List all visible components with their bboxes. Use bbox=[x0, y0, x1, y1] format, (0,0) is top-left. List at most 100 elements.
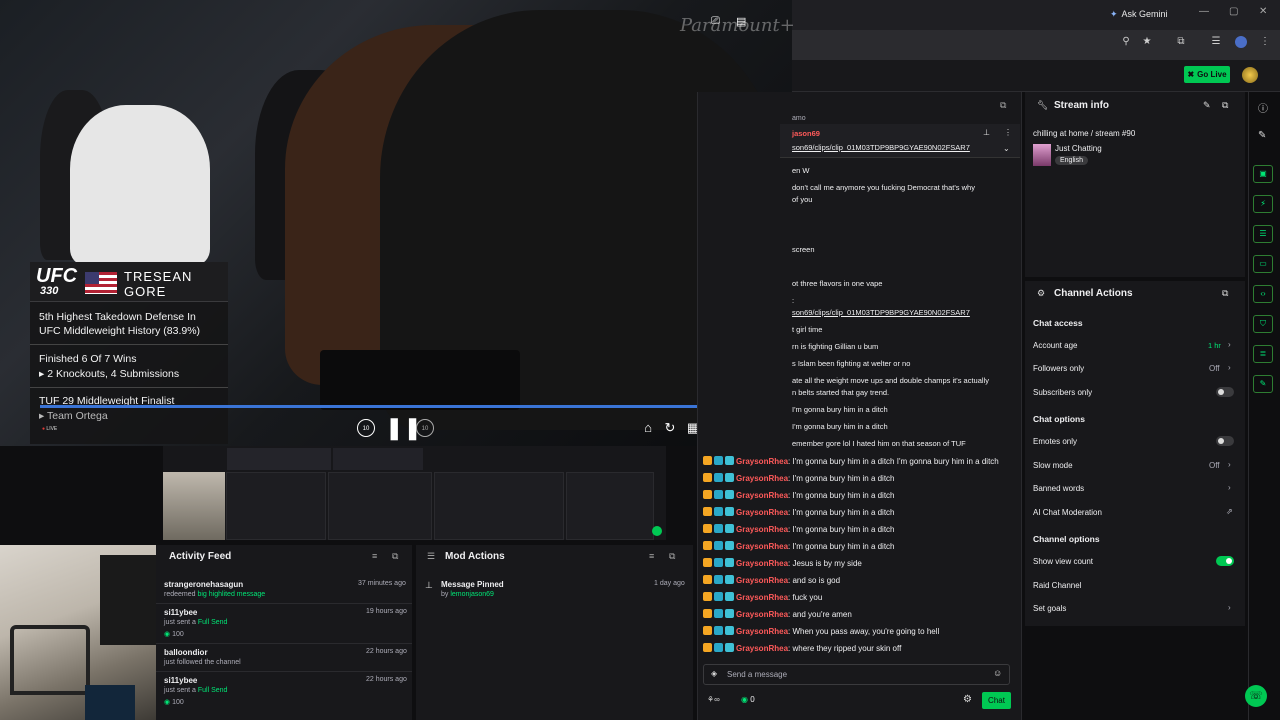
chat-username[interactable]: GraysonRhea bbox=[736, 508, 788, 517]
list-icon[interactable]: ☰ bbox=[1253, 225, 1273, 243]
banned-words-label[interactable]: Banned words bbox=[1033, 484, 1084, 493]
chat-message[interactable]: GraysonRhea: I'm gonna bury him in a dit… bbox=[703, 456, 999, 466]
chat-username[interactable]: GraysonRhea bbox=[736, 457, 788, 466]
tab-search-icon[interactable]: ☰ bbox=[1210, 36, 1222, 48]
chat-widget-icon[interactable]: ▭ bbox=[1253, 255, 1273, 273]
extensions-icon[interactable]: ⧉ bbox=[1175, 36, 1187, 48]
chat-username[interactable]: GraysonRhea bbox=[736, 644, 788, 653]
chat-message[interactable]: GraysonRhea: Jesus is by my side bbox=[703, 558, 862, 568]
profile-avatar-icon[interactable] bbox=[1235, 36, 1247, 48]
chat-username[interactable]: GraysonRhea bbox=[736, 593, 788, 602]
chat-username[interactable]: GraysonRhea bbox=[736, 542, 788, 551]
close-icon[interactable]: ✕ bbox=[1259, 6, 1267, 17]
wrench-icon[interactable]: ✎ bbox=[1253, 375, 1273, 393]
chevron-right-icon[interactable]: › bbox=[1228, 363, 1231, 372]
slow-mode-label[interactable]: Slow mode bbox=[1033, 461, 1073, 470]
popout-icon[interactable]: ⧉ bbox=[1222, 100, 1228, 111]
pinned-user[interactable]: jason69 bbox=[792, 129, 820, 138]
popout-icon[interactable]: ⧉ bbox=[669, 551, 675, 562]
chat-message[interactable]: GraysonRhea: I'm gonna bury him in a dit… bbox=[703, 490, 895, 500]
crown-badge-icon bbox=[703, 507, 712, 516]
skip-forward-button[interactable]: 10 bbox=[416, 419, 434, 437]
edit-icon[interactable]: ✎ bbox=[1258, 130, 1266, 141]
pinned-menu-icon[interactable]: ⋮ bbox=[1004, 128, 1012, 137]
mod-tools-icon[interactable]: ⚘∞ bbox=[707, 695, 720, 704]
captions-icon[interactable]: ▤ bbox=[736, 15, 746, 28]
chat-settings-icon[interactable]: ⚙ bbox=[963, 694, 972, 705]
chevron-right-icon[interactable]: › bbox=[1228, 340, 1231, 349]
cast-icon[interactable]: ⎚ bbox=[711, 15, 720, 28]
shield-icon[interactable]: ⛉ bbox=[1253, 315, 1273, 333]
chevron-down-icon[interactable]: ⌄ bbox=[1003, 144, 1010, 153]
skip-back-button[interactable]: 10 bbox=[357, 419, 375, 437]
set-goals-label[interactable]: Set goals bbox=[1033, 604, 1066, 613]
bookmark-star-icon[interactable]: ★ bbox=[1141, 36, 1153, 48]
channel-points[interactable]: ◉ 0 bbox=[741, 695, 755, 704]
chat-message[interactable]: GraysonRhea: fuck you bbox=[703, 592, 822, 602]
chat-username[interactable]: GraysonRhea bbox=[736, 525, 788, 534]
chat-badge-icon[interactable]: ◈ bbox=[711, 669, 717, 678]
subscribers-only-toggle[interactable] bbox=[1216, 387, 1234, 397]
ask-gemini-button[interactable]: ✦ Ask Gemini bbox=[1106, 6, 1172, 22]
restore-icon[interactable]: ▢ bbox=[1229, 6, 1238, 17]
minimize-icon[interactable]: — bbox=[1199, 6, 1209, 17]
pin-icon[interactable]: ⊥ bbox=[983, 128, 990, 137]
category-boxart[interactable] bbox=[1033, 144, 1051, 166]
chat-message[interactable]: GraysonRhea: I'm gonna bury him in a dit… bbox=[703, 473, 895, 483]
zoom-icon[interactable]: ⚲ bbox=[1120, 36, 1132, 48]
pinned-link[interactable]: son69/clips/clip_01M03TDP9BP9GYAE90N02FS… bbox=[792, 143, 970, 152]
chat-username[interactable]: GraysonRhea bbox=[736, 627, 788, 636]
chat-username[interactable]: GraysonRhea bbox=[736, 474, 788, 483]
playback-progress-bar[interactable] bbox=[40, 405, 752, 408]
followers-only-label[interactable]: Followers only bbox=[1033, 364, 1084, 373]
chat-message[interactable]: GraysonRhea: When you pass away, you're … bbox=[703, 626, 939, 636]
feed-item-name[interactable]: strangeronehasagun bbox=[164, 580, 243, 589]
mod-list-icon[interactable]: ≣ bbox=[1253, 345, 1273, 363]
feed-item-name[interactable]: balloondior bbox=[164, 648, 208, 657]
raid-channel-label[interactable]: Raid Channel bbox=[1033, 581, 1081, 590]
popout-icon[interactable]: ⧉ bbox=[392, 551, 398, 562]
emotes-only-toggle[interactable] bbox=[1216, 436, 1234, 446]
go-live-button[interactable]: ✖ Go Live bbox=[1184, 66, 1230, 83]
chat-username[interactable]: GraysonRhea bbox=[736, 610, 788, 619]
chevron-right-icon[interactable]: › bbox=[1228, 483, 1231, 492]
filter-icon[interactable]: ≡ bbox=[372, 551, 377, 561]
filter-icon[interactable]: ≡ bbox=[649, 551, 654, 561]
feed-item-time: 22 hours ago bbox=[366, 676, 407, 683]
popout-icon[interactable]: ⧉ bbox=[1222, 288, 1228, 299]
chat-popout-icon[interactable]: ⧉ bbox=[1000, 100, 1006, 111]
restart-icon[interactable]: ↻ bbox=[661, 419, 679, 437]
chat-message[interactable]: GraysonRhea: where they ripped your skin… bbox=[703, 643, 901, 653]
us-flag-icon bbox=[85, 272, 117, 294]
chat-message[interactable]: GraysonRhea: I'm gonna bury him in a dit… bbox=[703, 507, 895, 517]
chevron-right-icon[interactable]: › bbox=[1228, 603, 1231, 612]
emote-picker-icon[interactable]: ☺ bbox=[993, 668, 1002, 678]
feed-item-name[interactable]: si11ybee bbox=[164, 676, 197, 685]
language-tag[interactable]: English bbox=[1055, 156, 1088, 165]
chat-message[interactable]: GraysonRhea: and so is god bbox=[703, 575, 840, 585]
edit-icon[interactable]: ✎ bbox=[1203, 100, 1211, 111]
feed-item-name[interactable]: si11ybee bbox=[164, 608, 197, 617]
browser-menu-icon[interactable]: ⋮ bbox=[1259, 36, 1271, 48]
chat-message[interactable]: GraysonRhea: I'm gonna bury him in a dit… bbox=[703, 541, 895, 551]
chat-message[interactable]: GraysonRhea: I'm gonna bury him in a dit… bbox=[703, 524, 895, 534]
airplay-icon[interactable]: ⌂ bbox=[639, 419, 657, 437]
stream-category[interactable]: Just Chatting bbox=[1055, 144, 1102, 153]
show-view-count-toggle[interactable] bbox=[1216, 556, 1234, 566]
video-widget-icon[interactable]: ▣ bbox=[1253, 165, 1273, 183]
chat-username[interactable]: GraysonRhea bbox=[736, 491, 788, 500]
ai-moderation-label[interactable]: AI Chat Moderation bbox=[1033, 508, 1102, 517]
user-avatar[interactable] bbox=[1242, 67, 1258, 83]
chevron-right-icon[interactable]: › bbox=[1228, 460, 1231, 469]
account-age-label[interactable]: Account age bbox=[1033, 341, 1077, 350]
help-chat-icon[interactable]: ☏ bbox=[1245, 685, 1267, 707]
chat-username[interactable]: GraysonRhea bbox=[736, 576, 788, 585]
chat-username[interactable]: GraysonRhea bbox=[736, 559, 788, 568]
chat-message[interactable]: GraysonRhea: and you're amen bbox=[703, 609, 852, 619]
info-icon[interactable]: ⓘ bbox=[1258, 100, 1268, 115]
lightning-icon[interactable]: ⚡︎ bbox=[1253, 195, 1273, 213]
chat-send-button[interactable]: Chat bbox=[982, 692, 1011, 709]
code-icon[interactable]: ‹› bbox=[1253, 285, 1273, 303]
pause-icon[interactable]: ❚❚ bbox=[385, 415, 422, 441]
external-link-icon[interactable]: ⇗ bbox=[1226, 507, 1233, 516]
